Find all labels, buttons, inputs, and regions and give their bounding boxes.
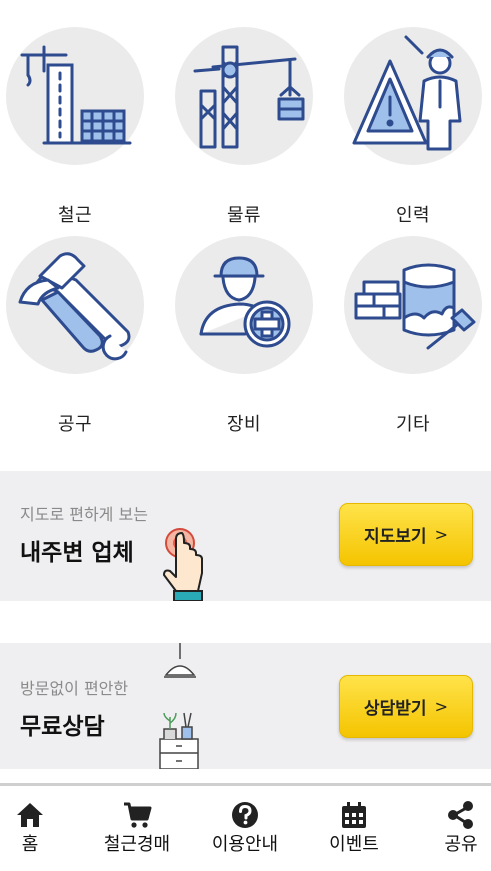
tab-label: 이벤트: [329, 834, 379, 855]
home-icon: [17, 803, 43, 827]
category-labor-circle: [344, 27, 482, 165]
help-icon: [232, 802, 258, 828]
consult-button-label: 상담받기: [364, 699, 427, 719]
category-logistics-circle: [175, 27, 313, 165]
map-view-button-label: 지도보기: [364, 527, 427, 547]
worker-warning-icon: [352, 35, 462, 151]
tab-share[interactable]: 공유: [433, 786, 489, 871]
consult-banner-title: 무료상담: [20, 714, 105, 740]
share-icon: [448, 801, 473, 829]
calendar-icon: [342, 802, 366, 828]
tab-label: 이용안내: [211, 834, 279, 855]
tab-event[interactable]: 이벤트: [318, 786, 390, 871]
category-tools-circle: [6, 236, 144, 374]
tab-steel-auction[interactable]: 철근경매: [95, 786, 179, 871]
category-etc-circle: [344, 236, 482, 374]
category-etc[interactable]: 기타: [338, 236, 488, 436]
map-view-button[interactable]: 지도보기 >: [339, 503, 473, 566]
category-logistics[interactable]: 물류: [169, 27, 319, 227]
category-label: 물류: [226, 205, 262, 226]
tab-guide[interactable]: 이용안내: [203, 786, 287, 871]
hammer-wrench-icon: [18, 252, 131, 361]
category-label: 기타: [395, 414, 431, 435]
worker-plus-icon: [199, 256, 291, 348]
category-steel[interactable]: 철근: [0, 27, 150, 227]
consult-banner[interactable]: 방문없이 편안한 무료상담 상담받기 >: [0, 643, 491, 769]
category-steel-circle: [6, 27, 144, 165]
map-banner-title: 내주변 업체: [20, 540, 134, 566]
hand-pointer-icon: [163, 528, 203, 601]
category-labor[interactable]: 인력: [338, 27, 488, 227]
map-banner[interactable]: 지도로 편하게 보는 내주변 업체 지도보기 >: [0, 471, 491, 601]
cart-icon: [124, 802, 152, 828]
tab-label: 철근경매: [103, 834, 171, 855]
paint-brick-icon: [354, 263, 476, 350]
map-banner-subtitle: 지도로 편하게 보는: [20, 505, 148, 524]
category-label: 공구: [57, 414, 93, 435]
category-label: 철근: [57, 205, 93, 226]
category-equipment-circle: [175, 236, 313, 374]
category-label: 인력: [395, 205, 431, 226]
category-tools[interactable]: 공구: [0, 236, 150, 436]
category-label: 장비: [226, 414, 262, 435]
lamp-shelf-icon: [159, 643, 199, 769]
tab-label: 홈: [21, 834, 39, 855]
steel-building-icon: [20, 45, 132, 145]
category-equipment[interactable]: 장비: [169, 236, 319, 436]
tab-home[interactable]: 홈: [0, 786, 60, 871]
consult-banner-subtitle: 방문없이 편안한: [20, 679, 129, 698]
bottom-tab-bar: 홈 철근경매 이용안내 이벤트 공유: [0, 783, 491, 871]
crane-logistics-icon: [193, 45, 305, 149]
consult-button[interactable]: 상담받기 >: [339, 675, 473, 738]
chevron-right-icon: >: [434, 525, 448, 544]
chevron-right-icon: >: [434, 697, 448, 716]
tab-label: 공유: [444, 834, 478, 855]
